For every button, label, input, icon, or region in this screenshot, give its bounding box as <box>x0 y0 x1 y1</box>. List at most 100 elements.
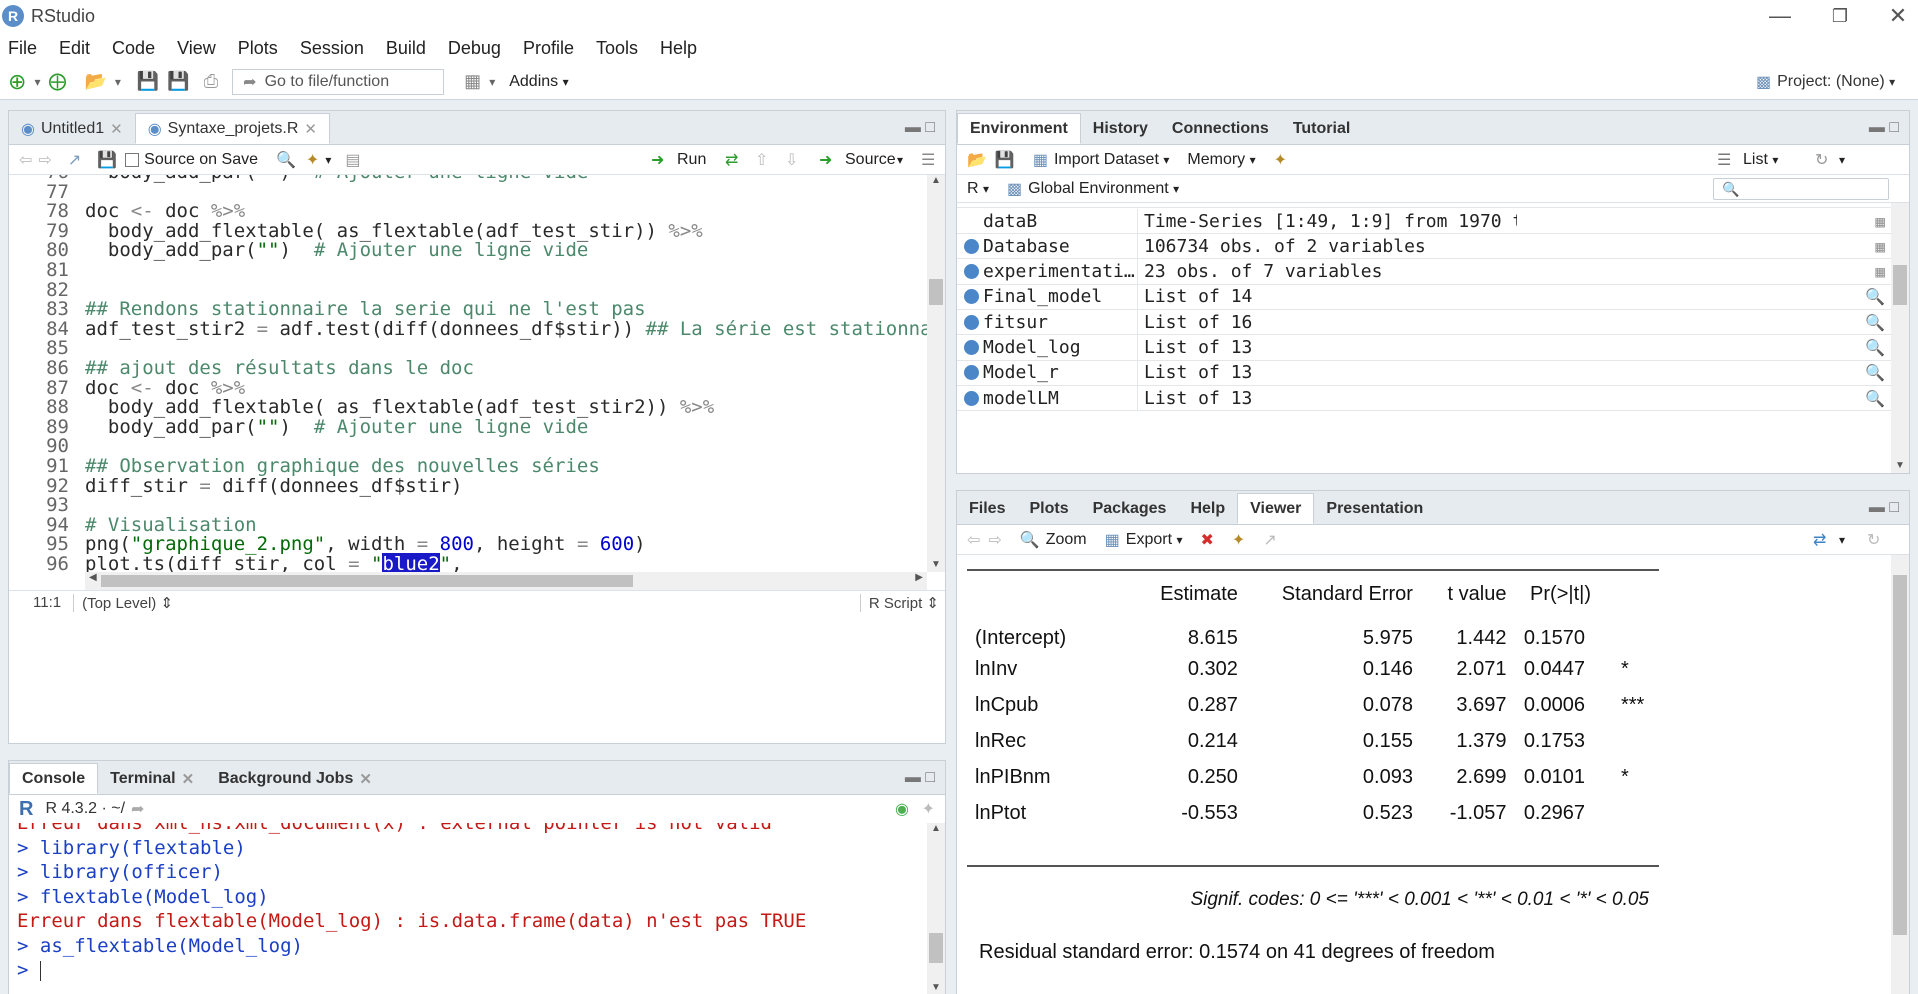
new-file-icon[interactable]: ⊕ <box>8 69 26 95</box>
outline-icon[interactable]: ☰ <box>921 150 935 170</box>
stop-icon[interactable]: ✖ <box>1201 530 1214 550</box>
scope-selector[interactable]: (Top Level) ⇕ <box>73 593 173 612</box>
refresh-icon[interactable]: ↻ <box>1815 150 1828 170</box>
code-line[interactable]: 94 # Visualisation <box>9 515 256 535</box>
env-row[interactable] <box>957 203 1891 208</box>
open-file-icon[interactable]: 📂 <box>84 69 106 95</box>
expand-icon[interactable] <box>964 340 979 355</box>
pane-min-max-icon[interactable]: ▬ □ <box>905 769 935 787</box>
workspace-panes-icon[interactable]: ▦ <box>464 69 481 95</box>
show-in-window-icon[interactable]: ↗ <box>68 150 81 170</box>
close-tab-icon[interactable]: ✕ <box>110 120 123 138</box>
code-line[interactable]: 82 <box>9 280 85 300</box>
open-file-dropdown-icon[interactable]: ▾ <box>115 69 121 95</box>
menu-tools[interactable]: Tools <box>596 38 638 59</box>
list-view-button[interactable]: List ▾ <box>1743 151 1778 169</box>
h-scroll-thumb[interactable] <box>101 575 633 587</box>
save-all-icon[interactable]: 💾 <box>167 69 189 95</box>
goto-dir-icon[interactable]: ➦ <box>131 799 144 819</box>
code-line[interactable]: 87 doc <- doc %>% <box>9 378 245 398</box>
tab-packages[interactable]: Packages <box>1081 494 1179 524</box>
menu-plots[interactable]: Plots <box>238 38 278 59</box>
menu-session[interactable]: Session <box>300 38 364 59</box>
load-workspace-icon[interactable]: 📂 <box>967 150 987 170</box>
code-line[interactable]: 92 diff_stir = diff(donnees_df$stir) <box>9 476 462 496</box>
refresh-icon[interactable]: ↻ <box>1867 530 1880 550</box>
sync-icon[interactable]: ⇄ <box>1813 530 1826 550</box>
rerun-icon[interactable]: ⇄ <box>725 150 738 170</box>
close-tab-icon[interactable]: ✕ <box>359 770 372 788</box>
menu-code[interactable]: Code <box>112 38 155 59</box>
export-button[interactable]: Export ▾ <box>1126 531 1183 549</box>
run-button[interactable]: Run <box>677 151 706 169</box>
env-row[interactable]: Model_r List of 13 🔍 <box>957 360 1891 386</box>
tab-files[interactable]: Files <box>957 494 1017 524</box>
inspect-icon[interactable]: 🔍 <box>1865 313 1885 332</box>
expand-icon[interactable] <box>964 314 979 330</box>
code-line[interactable]: 88 body_add_flextable( as_flextable(adf_… <box>9 397 714 417</box>
tab-tutorial[interactable]: Tutorial <box>1281 114 1362 144</box>
code-line[interactable]: 86 ## ajout des résultats dans le doc <box>9 358 474 378</box>
code-line[interactable]: 85 <box>9 338 85 358</box>
close-tab-icon[interactable]: ✕ <box>182 770 195 788</box>
env-row[interactable]: dataB Time-Series [1:49, 1:9] from 1970 t… <box>957 208 1891 234</box>
env-row[interactable]: experimentati… 23 obs. of 7 variables ▦ <box>957 259 1891 285</box>
source-dropdown-icon[interactable]: ▾ <box>897 153 903 167</box>
inspect-icon[interactable]: 🔍 <box>1865 287 1885 306</box>
inspect-icon[interactable]: 🔍 <box>1865 389 1885 408</box>
code-editor[interactable]: 76 body_add_par("") # Ajouter une ligne … <box>9 175 927 572</box>
new-file-dropdown-icon[interactable]: ▾ <box>34 69 40 95</box>
tab-syntaxe-projets[interactable]: ◉ Syntaxe_projets.R ✕ <box>134 113 330 144</box>
source-icon[interactable]: ➜ <box>819 150 832 170</box>
tab-history[interactable]: History <box>1081 114 1160 144</box>
view-data-icon[interactable]: ▦ <box>1875 262 1885 281</box>
pane-min-max-icon[interactable]: ▬ □ <box>1869 499 1899 517</box>
pane-min-max-icon[interactable]: ▬ □ <box>905 119 935 137</box>
code-line[interactable]: 76 body_add_par("") # Ajouter une ligne … <box>9 175 588 182</box>
editor-scroll-thumb[interactable] <box>929 279 943 305</box>
editor-vertical-scrollbar[interactable]: ▲ ▼ <box>927 175 945 572</box>
code-line[interactable]: 78 doc <- doc %>% <box>9 201 245 221</box>
code-line[interactable]: 77 <box>9 182 85 202</box>
show-in-window-icon[interactable]: ↗ <box>1263 530 1276 550</box>
console-output[interactable]: Erreur dans xml_ns.xml_document(x) : ext… <box>17 823 917 994</box>
code-line[interactable]: 90 <box>9 436 85 456</box>
addins-menu[interactable]: Addins ▾ <box>509 69 568 95</box>
console-scrollbar[interactable]: ▲ ▼ <box>927 823 945 994</box>
go-to-file-input[interactable]: ➦ Go to file/function <box>232 68 445 95</box>
code-line[interactable]: 96 plot.ts(diff_stir, col = "blue2", <box>9 553 463 572</box>
print-icon[interactable]: ⎙ <box>204 69 218 95</box>
code-line[interactable]: 89 body_add_par("") # Ajouter une ligne … <box>9 417 588 437</box>
source-on-save-checkbox[interactable] <box>125 152 140 167</box>
tab-untitled1[interactable]: ◉ Untitled1 ✕ <box>9 114 135 144</box>
view-data-icon[interactable]: ▦ <box>1875 237 1885 256</box>
editor-horizontal-scrollbar[interactable]: ◀ ▶ <box>85 572 927 590</box>
tab-console[interactable]: Console <box>9 763 99 794</box>
expand-icon[interactable] <box>964 365 979 381</box>
environment-scrollbar[interactable]: ▼ <box>1891 203 1909 473</box>
project-menu[interactable]: ▩ Project: (None) ▾ <box>1756 69 1895 95</box>
code-line[interactable]: 79 body_add_flextable( as_flextable(adf_… <box>9 221 703 241</box>
menu-build[interactable]: Build <box>386 38 426 59</box>
environment-search-input[interactable]: 🔍 <box>1713 178 1889 200</box>
restore-button[interactable]: ❐ <box>1810 0 1870 32</box>
save-workspace-icon[interactable]: 💾 <box>995 150 1015 170</box>
tab-terminal[interactable]: Terminal ✕ <box>98 764 206 794</box>
sync-dropdown-icon[interactable]: ▾ <box>1839 533 1845 547</box>
tab-environment[interactable]: Environment <box>957 113 1081 144</box>
filetype-selector[interactable]: R Script ⇕ <box>859 593 939 612</box>
go-down-icon[interactable]: ⇩ <box>785 150 798 170</box>
clear-workspace-icon[interactable]: ✦ <box>1274 150 1287 170</box>
tab-connections[interactable]: Connections <box>1160 114 1281 144</box>
code-line[interactable]: 91 ## Observation graphique des nouvelles… <box>9 456 600 476</box>
code-tools-icon[interactable]: ✦ <box>306 150 319 170</box>
viewer-scroll-thumb[interactable] <box>1893 575 1907 935</box>
tab-viewer[interactable]: Viewer <box>1237 493 1315 524</box>
menu-profile[interactable]: Profile <box>523 38 574 59</box>
env-row[interactable]: modelLM List of 13 🔍 <box>957 385 1891 412</box>
zoom-button[interactable]: Zoom <box>1046 531 1087 549</box>
inspect-icon[interactable]: 🔍 <box>1865 338 1885 357</box>
view-data-icon[interactable]: ▦ <box>1875 212 1885 231</box>
code-line[interactable]: 83 ## Rendons stationnaire la serie qui n… <box>9 299 645 319</box>
menu-edit[interactable]: Edit <box>59 38 90 59</box>
